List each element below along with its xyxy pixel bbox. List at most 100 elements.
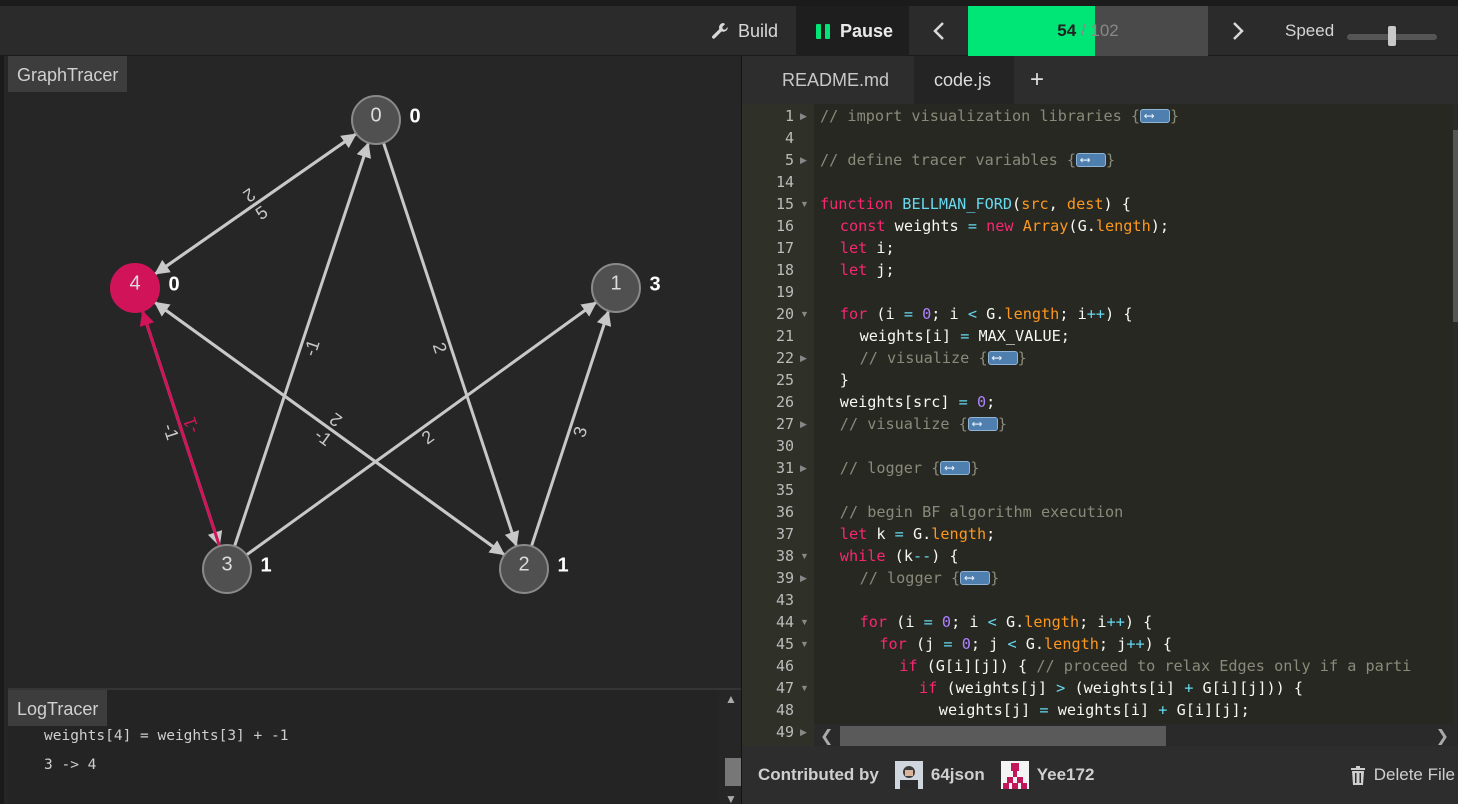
line-number: 22: [775, 349, 794, 367]
editor-footer: Contributed by 64json Yee172 Delete File: [742, 746, 1458, 804]
fold-closed-icon[interactable]: ▶: [800, 457, 807, 479]
fold-widget-icon[interactable]: [967, 413, 998, 435]
contributor-name[interactable]: Yee172: [1037, 765, 1095, 785]
line-number: 25: [775, 371, 794, 389]
delete-file-button[interactable]: Delete File: [1350, 746, 1455, 804]
fold-open-icon[interactable]: ▼: [800, 545, 809, 567]
node-weight-label: 0: [409, 105, 420, 127]
step-progress-bar[interactable]: 54 / 102: [968, 6, 1208, 56]
node-id-label: 3: [221, 553, 232, 575]
line-number: 15: [775, 195, 794, 213]
code-line[interactable]: weights[j] = weights[i] + G[i][j];: [939, 699, 1250, 721]
code-line[interactable]: // begin BF algorithm execution: [840, 501, 1123, 523]
editor-vscroll-thumb[interactable]: [1453, 130, 1458, 322]
line-number: 30: [775, 437, 794, 455]
fold-widget-icon[interactable]: [960, 567, 991, 589]
previous-step-button[interactable]: [909, 6, 968, 56]
line-number: 20: [775, 305, 794, 323]
line-number: 26: [775, 393, 794, 411]
progress-current: 54: [1057, 21, 1077, 40]
line-number: 16: [775, 217, 794, 235]
top-toolbar: Build Pause 54 / 102 Speed: [0, 0, 1458, 56]
edge-weight-label: -1: [300, 337, 324, 358]
pause-icon: [816, 23, 830, 39]
edge-weight-label: 2: [429, 340, 451, 356]
fold-closed-icon[interactable]: ▶: [800, 567, 807, 589]
fold-open-icon[interactable]: ▼: [800, 677, 809, 699]
contributor-avatar[interactable]: [1000, 761, 1029, 789]
code-line[interactable]: function BELLMAN_FORD(src, dest) {: [820, 193, 1131, 215]
chevron-right-icon: [1232, 22, 1244, 40]
line-number: 1: [784, 107, 794, 125]
code-line[interactable]: for (i = 0; i < G.length; i++) {: [840, 303, 1133, 325]
fold-open-icon[interactable]: ▼: [800, 303, 809, 325]
line-number: 38: [775, 547, 794, 565]
code-line[interactable]: while (k--) {: [840, 545, 959, 567]
contributed-by-label: Contributed by: [758, 765, 879, 784]
node-id-label: 4: [129, 272, 140, 294]
build-button[interactable]: Build: [700, 6, 796, 56]
code-line[interactable]: if (weights[j] > (weights[i] + G[i][j]))…: [919, 677, 1303, 699]
fold-open-icon[interactable]: ▼: [800, 193, 809, 215]
node-weight-label: 0: [168, 273, 179, 295]
code-line[interactable]: // logger {}: [860, 567, 1000, 589]
log-lines: weights[4] = weights[3] + -1 3 -> 4: [44, 722, 288, 780]
contributor-avatar[interactable]: [894, 761, 923, 789]
code-editor[interactable]: 1 ▶ 4 5 ▶ 14 15 ▼ 16 17 18 19 20 ▼ 21 22 ▶ 25 26 27 ▶ 30 31 ▶ 35…: [742, 104, 1458, 746]
delete-file-label: Delete File: [1373, 765, 1455, 784]
visualization-panel: 2 5 2 -1 2 3 -1 2 -1 -1 0 0 1 3 2 1 3 1 4 0 GraphTracer Log…: [0, 56, 745, 804]
node-id-label: 1: [610, 272, 621, 294]
code-line[interactable]: const weights = new Array(G.length);: [840, 215, 1169, 237]
fold-widget-icon[interactable]: [940, 457, 971, 479]
scroll-right-icon[interactable]: ❯: [1436, 726, 1449, 746]
code-line[interactable]: weights[i] = MAX_VALUE;: [860, 325, 1070, 347]
next-step-button[interactable]: [1208, 6, 1267, 56]
fold-closed-icon[interactable]: ▶: [800, 105, 807, 127]
contributor-name[interactable]: 64json: [931, 765, 985, 785]
code-line[interactable]: // visualize {}: [840, 413, 1007, 435]
node-weight-label: 3: [649, 273, 660, 295]
code-line[interactable]: // define tracer variables {}: [820, 149, 1115, 171]
code-line[interactable]: let k = G.length;: [840, 523, 996, 545]
log-tracer: LogTracer weights[4] = weights[3] + -1 3…: [8, 688, 745, 804]
fold-closed-icon[interactable]: ▶: [800, 413, 807, 435]
fold-open-icon[interactable]: ▼: [800, 633, 809, 655]
editor-horizontal-scrollbar[interactable]: ❮ ❯: [814, 724, 1458, 746]
scroll-left-icon[interactable]: ❮: [820, 726, 833, 746]
progress-total: 102: [1090, 21, 1119, 40]
chevron-left-icon: [932, 22, 944, 40]
tab-code-js[interactable]: code.js: [914, 56, 1014, 104]
code-line[interactable]: if (G[i][j]) { // proceed to relax Edges…: [899, 655, 1411, 677]
tab-readme[interactable]: README.md: [782, 56, 889, 104]
code-line[interactable]: }: [840, 369, 849, 391]
fold-closed-icon[interactable]: ▶: [800, 149, 807, 171]
code-line[interactable]: // logger {}: [840, 457, 980, 479]
speed-slider[interactable]: [1347, 26, 1437, 46]
log-line: 3 -> 4: [44, 757, 97, 773]
fold-closed-icon[interactable]: ▶: [800, 721, 807, 743]
scroll-up-icon[interactable]: ▲: [725, 692, 737, 706]
line-number: 36: [775, 503, 794, 521]
editor-hscroll-thumb[interactable]: [840, 726, 1166, 746]
code-line[interactable]: let j;: [840, 259, 895, 281]
fold-open-icon[interactable]: ▼: [800, 611, 809, 633]
log-line: weights[4] = weights[3] + -1: [44, 728, 289, 744]
line-number: 19: [775, 283, 794, 301]
code-line[interactable]: // visualize {}: [860, 347, 1027, 369]
code-line[interactable]: for (j = 0; j < G.length; j++) {: [879, 633, 1172, 655]
editor-vertical-scrollbar[interactable]: [1453, 104, 1458, 746]
speed-slider-thumb[interactable]: [1388, 26, 1396, 46]
code-line[interactable]: // import visualization libraries {}: [820, 105, 1179, 127]
line-number: 5: [784, 151, 794, 169]
add-tab-button[interactable]: +: [1030, 56, 1044, 104]
code-line[interactable]: let i;: [840, 237, 895, 259]
line-number: 46: [775, 657, 794, 675]
fold-widget-icon[interactable]: [1076, 149, 1107, 171]
fold-widget-icon[interactable]: [1140, 105, 1171, 127]
scroll-down-icon[interactable]: ▼: [725, 792, 737, 804]
pause-button[interactable]: Pause: [796, 6, 909, 56]
fold-widget-icon[interactable]: [987, 347, 1018, 369]
code-line[interactable]: for (i = 0; i < G.length; i++) {: [860, 611, 1153, 633]
code-line[interactable]: weights[src] = 0;: [840, 391, 995, 413]
fold-closed-icon[interactable]: ▶: [800, 347, 807, 369]
